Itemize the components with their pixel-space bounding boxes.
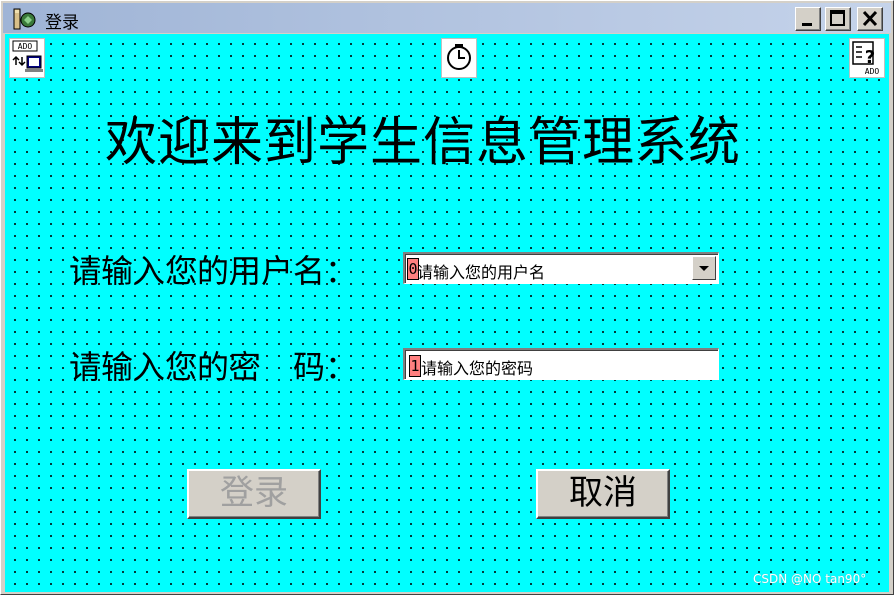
login-button[interactable]: 登录: [187, 469, 321, 519]
username-combobox-text: 请输入您的用户名: [417, 263, 546, 282]
minimize-button[interactable]: [795, 7, 821, 31]
ado-help-control-icon: ? ADO: [852, 41, 880, 76]
timer-control[interactable]: [441, 38, 477, 78]
chevron-down-icon: [699, 266, 709, 271]
timer-clock-icon: [447, 44, 471, 70]
tab-index-badge: 1: [409, 355, 421, 377]
form-client-area: ADO ? ADO 欢迎来到学生信息管理系统 请输入您的用户名： 0 请输入您的…: [5, 34, 889, 592]
username-label: 请输入您的用户名：: [69, 252, 358, 290]
close-button[interactable]: [857, 7, 883, 31]
svg-text:?: ?: [865, 47, 875, 68]
maximize-button[interactable]: [825, 7, 851, 31]
page-title: 欢迎来到学生信息管理系统: [105, 113, 742, 173]
ado-help-control[interactable]: ? ADO: [849, 38, 885, 78]
password-field[interactable]: 1 请输入您的密码: [403, 348, 719, 380]
vb-form-icon: [13, 8, 36, 30]
minimize-icon: [802, 23, 812, 26]
ado-label-left: ADO: [18, 42, 33, 51]
password-field-text: 请输入您的密码: [421, 359, 534, 378]
watermark: CSDN @NO tan90°: [753, 572, 867, 586]
title-bar[interactable]: 登录: [3, 3, 891, 33]
maximize-icon: [830, 10, 845, 26]
login-window: 登录 ADO ? ADO 欢迎来到学生信息管理系统 请输入您的用户名： 0 请输…: [0, 0, 894, 595]
close-icon: [862, 10, 878, 27]
ado-data-control-icon: ADO: [12, 40, 43, 72]
cancel-button[interactable]: 取消: [536, 469, 670, 519]
username-combobox[interactable]: 0 请输入您的用户名: [403, 252, 719, 284]
dropdown-button[interactable]: [692, 256, 716, 280]
ado-data-control[interactable]: ADO: [9, 38, 45, 78]
password-label: 请输入您的密 码：: [69, 348, 358, 386]
ado-label-right: ADO: [865, 67, 880, 76]
window-title: 登录: [45, 13, 79, 33]
